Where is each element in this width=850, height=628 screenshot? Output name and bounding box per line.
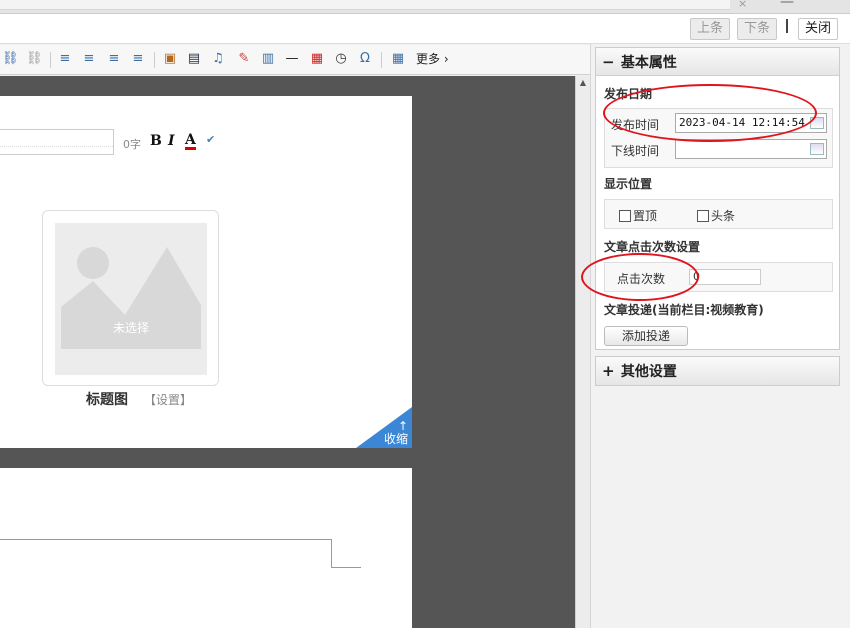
headline-checkbox[interactable]: 头条 [697,207,735,224]
link-icon[interactable]: ⛓ [2,51,19,67]
date-icon[interactable]: ▦ [309,51,325,67]
bold-button[interactable]: B [150,133,162,149]
click-count-label: 点击次数 [617,272,666,286]
video-icon[interactable]: ▤ [186,51,202,67]
click-count-input[interactable]: 0 [689,269,761,285]
other-settings-section[interactable]: + 其他设置 [595,356,840,386]
action-bar: 上条 下条 关闭 [0,14,850,44]
special-char-icon[interactable]: Ω [357,51,373,67]
offline-time-label: 下线时间 [611,144,660,158]
thumbnail-placeholder-label: 未选择 [112,321,149,335]
collapse-arrow-icon: ↑ [397,419,408,433]
title-input[interactable] [0,129,114,155]
close-button[interactable]: 关闭 [798,18,838,40]
close-icon[interactable]: × [738,0,747,10]
toolbar-separator [381,52,382,68]
calendar-icon[interactable] [810,143,824,155]
next-record-button[interactable]: 下条 [737,18,777,40]
time-icon[interactable]: ◷ [333,51,349,67]
thumbnail-box[interactable]: 未选择 [42,210,219,386]
publish-time-input[interactable]: 2023-04-14 12:14:54 [675,113,827,133]
minimize-icon[interactable]: — [780,0,794,10]
properties-panel: − 基本属性 发布日期 发布时间 2023-04-14 12:14:54 下线时… [590,44,850,628]
collapse-label: 收缩 [383,432,408,446]
basic-properties-title: 基本属性 [620,55,677,71]
scroll-up-icon[interactable]: ▲ [578,78,588,88]
delivery-title: 文章投递(当前栏目:视频教育) [604,303,764,317]
browser-top-strip: × — [0,0,850,14]
action-separator [786,19,788,33]
toolbar-separator [154,52,155,68]
click-count-box: 点击次数 0 [604,262,833,292]
add-delivery-button[interactable]: 添加投递 [604,326,688,346]
template-icon[interactable]: ▥ [260,51,276,67]
collapse-minus-icon[interactable]: − [602,48,616,76]
align-right-icon[interactable]: ≡ [106,51,122,67]
unlink-icon[interactable]: ⛓ [26,51,43,67]
more-button[interactable]: 更多 › [416,51,449,67]
collapse-toggle[interactable]: ↑ 收缩 [356,407,412,448]
spellcheck-icon[interactable]: ✔ [206,133,215,146]
basic-properties-section: − 基本属性 发布日期 发布时间 2023-04-14 12:14:54 下线时… [595,47,840,350]
pin-top-checkbox[interactable]: 置顶 [619,207,657,224]
basic-properties-header[interactable]: − 基本属性 [596,48,839,76]
click-count-title: 文章点击次数设置 [604,240,701,254]
display-position-box: 置顶 头条 [604,199,833,229]
horizontal-rule-icon[interactable]: — [284,51,300,67]
mountain-image-icon [61,247,201,349]
prev-record-button[interactable]: 上条 [690,18,730,40]
display-position-title: 显示位置 [604,177,653,191]
title-card: 0字 B I A ✔ 未选择 标题图 【设置】 ↑ 收缩 [0,96,412,448]
align-left-icon[interactable]: ≡ [57,51,73,67]
offline-time-input[interactable] [675,139,827,159]
content-card[interactable] [0,468,412,628]
expand-plus-icon[interactable]: + [602,357,616,385]
publish-date-box: 发布时间 2023-04-14 12:14:54 下线时间 [604,108,833,168]
font-color-button[interactable]: A [185,133,196,150]
word-count: 0字 [123,138,141,151]
italic-button[interactable]: I [168,133,175,149]
calendar-icon[interactable] [810,117,824,129]
thumbnail-set-link[interactable]: 【设置】 [144,391,192,408]
publish-time-label: 发布时间 [611,118,660,132]
tab-strip [0,0,730,10]
image-icon[interactable]: ▣ [162,51,178,67]
picture-icon[interactable]: ✎ [236,51,252,67]
editor-toolbar: ⛓ ⛓ ≡ ≡ ≡ ≡ ▣ ▤ ♫ ✎ ▥ — ▦ ◷ Ω ▦ 更多 › [0,45,590,75]
table-icon[interactable]: ▦ [390,51,406,67]
other-settings-title: 其他设置 [620,364,677,380]
publish-date-title: 发布日期 [604,87,653,101]
thumbnail-placeholder: 未选择 [55,223,207,375]
toolbar-separator [50,52,51,68]
vertical-scrollbar[interactable]: ▲ [575,76,590,628]
other-settings-header[interactable]: + 其他设置 [596,357,839,385]
align-center-icon[interactable]: ≡ [81,51,97,67]
thumbnail-caption: 标题图 [86,392,128,408]
music-icon[interactable]: ♫ [210,51,226,67]
align-justify-icon[interactable]: ≡ [130,51,146,67]
